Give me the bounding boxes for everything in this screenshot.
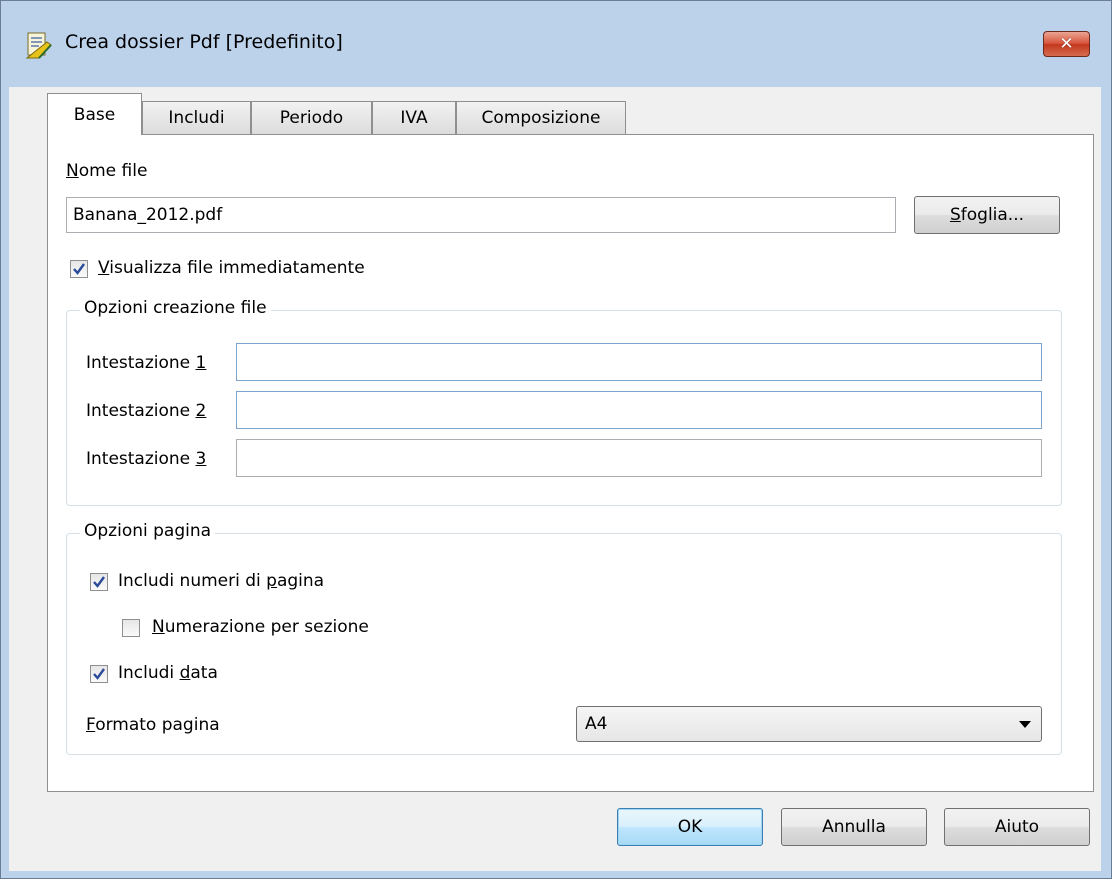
tab-iva-label: IVA (400, 108, 428, 128)
header-1-input[interactable] (236, 343, 1042, 381)
tab-base[interactable]: Base (47, 93, 142, 135)
tab-composizione[interactable]: Composizione (456, 101, 626, 134)
show-file-checkbox[interactable] (70, 260, 88, 278)
show-file-label: Visualizza file immediatamente (98, 258, 365, 278)
page-options-title: Opzioni pagina (80, 521, 216, 541)
browse-button[interactable]: Sfoglia... (914, 196, 1060, 234)
dialog-client-area: Base Includi Periodo IVA Composizione No… (9, 87, 1101, 871)
dropdown-arrow-icon (1019, 721, 1031, 728)
header-3-label: Intestazione 3 (86, 449, 206, 469)
header-2-input[interactable] (236, 391, 1042, 429)
section-numbering-label: Numerazione per sezione (152, 617, 369, 637)
checkmark-icon (93, 576, 105, 588)
page-numbers-checkbox[interactable] (90, 573, 108, 591)
section-numbering-label-text: umerazione per sezione (164, 617, 369, 637)
tab-includi-label: Includi (168, 108, 225, 128)
page-numbers-label: Includi numeri di pagina (118, 571, 324, 591)
header-1-mnemonic: 1 (195, 353, 207, 373)
help-button[interactable]: Aiuto (944, 808, 1090, 846)
tab-iva[interactable]: IVA (372, 101, 456, 134)
tab-strip: Base Includi Periodo IVA Composizione (9, 87, 1101, 135)
cancel-button[interactable]: Annulla (781, 808, 927, 846)
checkmark-icon (93, 668, 105, 680)
page-numbers-mnemonic: p (266, 571, 277, 591)
file-name-label: Nome file (66, 161, 147, 181)
ok-button[interactable]: OK (617, 808, 763, 846)
section-numbering-checkbox[interactable] (122, 619, 140, 637)
page-format-label: Formato pagina (86, 715, 220, 735)
dialog-window: Crea dossier Pdf [Predefinito] ✕ Base In… (0, 0, 1112, 879)
header-2-label-text: Intestazione (86, 401, 196, 421)
page-format-label-text: ormato pagina (95, 715, 220, 735)
file-options-title: Opzioni creazione file (80, 298, 271, 318)
tab-base-label: Base (73, 104, 116, 125)
show-file-label-text: isualizza file immediatamente (109, 258, 365, 278)
tab-periodo-label: Periodo (279, 108, 344, 128)
header-1-label: Intestazione 1 (86, 353, 206, 373)
file-name-input[interactable]: Banana_2012.pdf (66, 197, 896, 233)
include-date-checkbox[interactable] (90, 665, 108, 683)
file-name-label-text: ome file (78, 161, 148, 181)
include-date-label-pre: Includi (118, 663, 180, 683)
checkmark-icon (73, 263, 85, 275)
tab-periodo[interactable]: Periodo (251, 101, 372, 134)
include-date-label-post: ata (190, 663, 218, 683)
page-format-mnemonic: F (86, 715, 96, 735)
include-date-label: Includi data (118, 663, 218, 683)
header-3-mnemonic: 3 (195, 449, 207, 469)
include-date-mnemonic: d (179, 663, 191, 683)
browse-button-label: foglia... (960, 205, 1025, 225)
header-3-label-text: Intestazione (86, 449, 196, 469)
header-3-input[interactable] (236, 439, 1042, 477)
app-icon (25, 31, 55, 61)
window-title: Crea dossier Pdf [Predefinito] (65, 31, 343, 53)
header-2-label: Intestazione 2 (86, 401, 206, 421)
header-1-label-text: Intestazione (86, 353, 196, 373)
tab-composizione-label: Composizione (481, 108, 601, 128)
page-numbers-label-pre: Includi numeri di (118, 571, 267, 591)
page-format-select[interactable]: A4 (576, 706, 1042, 742)
close-button[interactable]: ✕ (1043, 31, 1090, 57)
browse-mnemonic: S (949, 205, 961, 225)
section-numbering-mnemonic: N (152, 617, 165, 637)
title-bar[interactable]: Crea dossier Pdf [Predefinito] ✕ (1, 1, 1111, 87)
page-format-value: A4 (585, 714, 608, 734)
file-name-mnemonic: N (66, 161, 79, 181)
close-icon: ✕ (1059, 33, 1074, 54)
header-2-mnemonic: 2 (195, 401, 207, 421)
page-numbers-label-post: agina (276, 571, 325, 591)
tab-panel-base: Nome file Banana_2012.pdf Sfoglia... Vis… (47, 134, 1094, 792)
show-file-mnemonic: V (98, 258, 110, 278)
tab-includi[interactable]: Includi (142, 101, 251, 134)
